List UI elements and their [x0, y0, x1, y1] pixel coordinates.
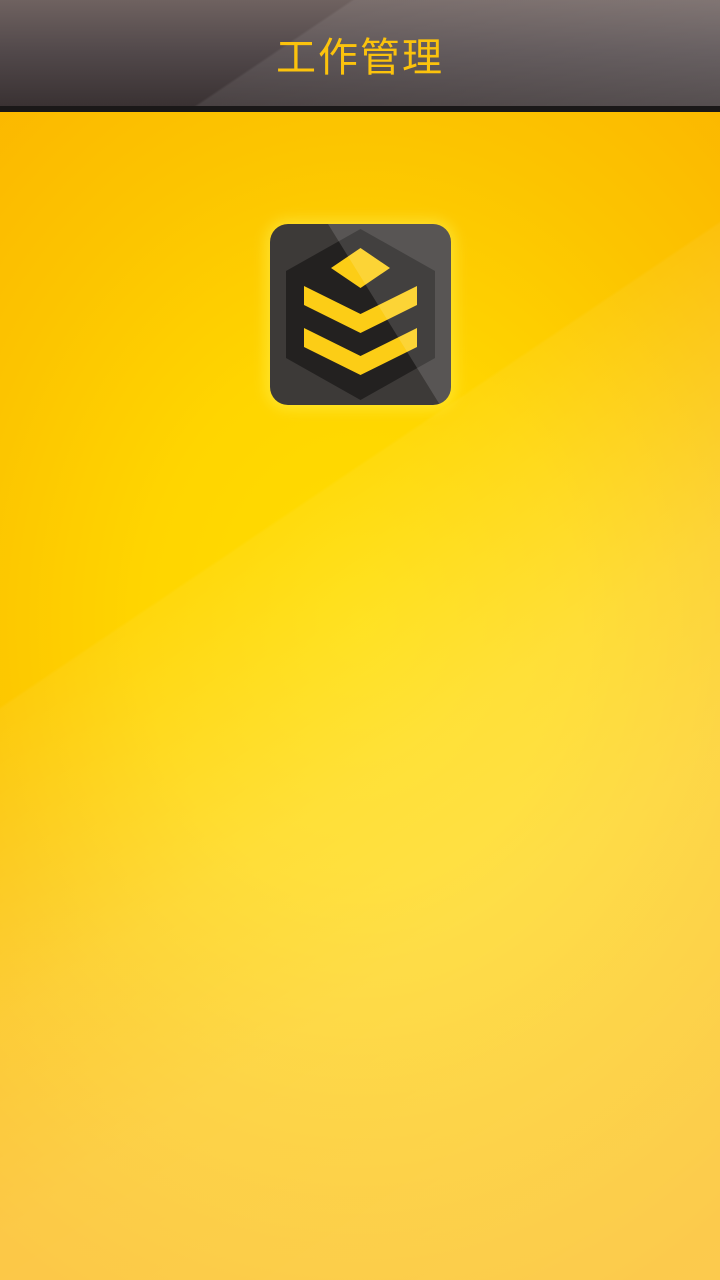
- stacked-layers-icon: [286, 224, 451, 405]
- page-title: 工作管理: [276, 35, 444, 81]
- background-sheen: [0, 0, 720, 1280]
- app-logo: [270, 224, 451, 405]
